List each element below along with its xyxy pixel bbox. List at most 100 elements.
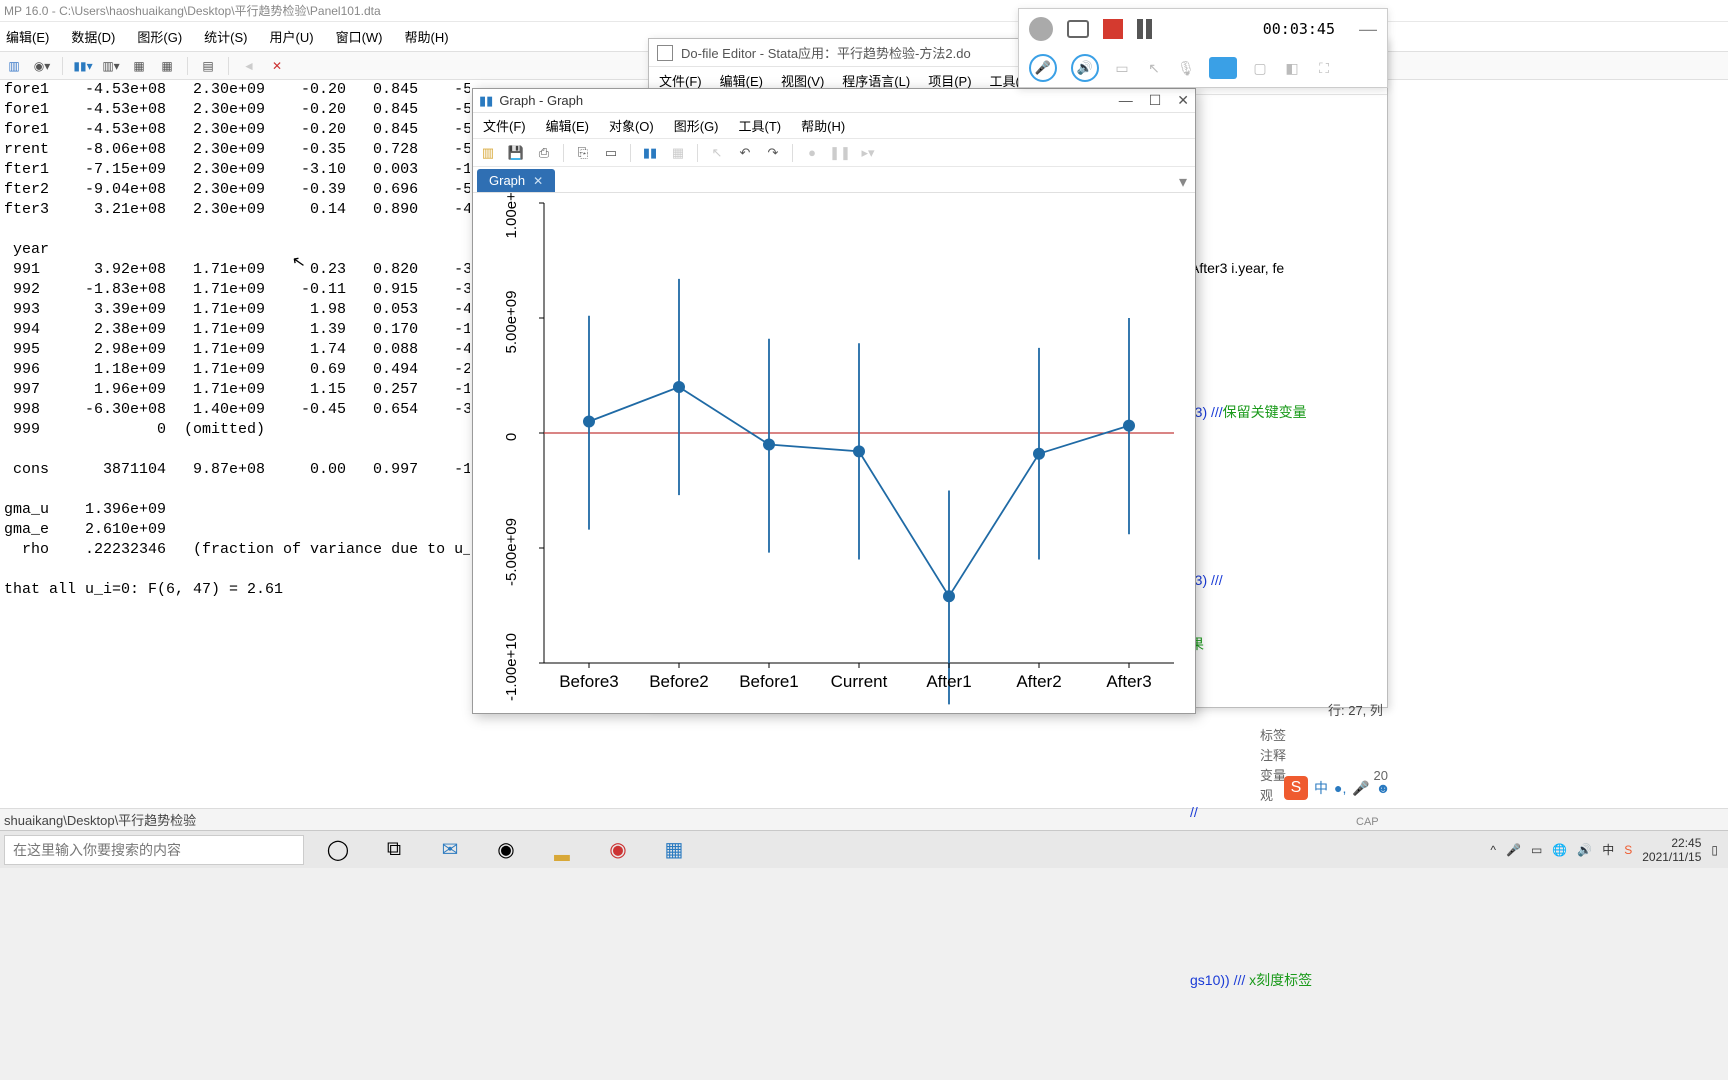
recorder-toggle-icon[interactable] [1029, 17, 1053, 41]
undo-icon[interactable]: ↶ [736, 144, 754, 162]
graph-menu-file[interactable]: 文件(F) [483, 116, 526, 135]
svg-text:-5.00e+09: -5.00e+09 [503, 518, 520, 586]
svg-text:1.00e+10: 1.00e+10 [503, 193, 520, 238]
windows-taskbar[interactable]: 在这里输入你要搜索的内容 ◯ ⧉ ✉ ◉ ▂ ◉ ▦ ^ 🎤 ▭ 🌐 🔊 中 S… [0, 830, 1728, 868]
graph-tab[interactable]: Graph ✕ [477, 169, 555, 192]
open-folder-icon[interactable]: ▥ [479, 144, 497, 162]
task-view-icon[interactable]: ◯ [324, 836, 352, 864]
caps-indicator: CAP [1356, 816, 1379, 828]
menu-graphics[interactable]: 图形(G) [137, 27, 182, 46]
taskbar-search-input[interactable]: 在这里输入你要搜索的内容 [4, 835, 304, 865]
cursor-icon[interactable]: ↖ [1145, 59, 1163, 77]
var-manager-icon[interactable]: ▤ [200, 58, 216, 74]
system-tray[interactable]: ^ 🎤 ▭ 🌐 🔊 中 S 22:45 2021/11/15 ▯ [1490, 836, 1718, 864]
menu-edit[interactable]: 编辑(E) [6, 27, 49, 46]
window-icon[interactable]: ◧ [1283, 59, 1301, 77]
graph-icon[interactable]: ▮▮▾ [75, 58, 91, 74]
close-button[interactable]: ✕ [1177, 92, 1189, 109]
separator [792, 144, 793, 162]
stop-button[interactable] [1103, 19, 1123, 39]
separator [187, 57, 188, 75]
tray-clock[interactable]: 22:45 2021/11/15 [1642, 836, 1701, 864]
fullscreen-icon[interactable]: ⛶ [1315, 59, 1333, 77]
graph-title-bar[interactable]: ▮▮ Graph - Graph — ☐ ✕ [473, 89, 1195, 113]
timeline-icon[interactable]: ⧉ [380, 836, 408, 864]
tray-mic-icon[interactable]: 🎤 [1506, 843, 1521, 857]
grapheditor-icon[interactable]: ▮▮ [641, 144, 659, 162]
graph-toolbar[interactable]: ▥ 💾 ⎙ ⎘ ▭ ▮▮ ▦ ↖ ↶ ↷ ● ❚❚ ▸▾ [473, 139, 1195, 167]
graph-menu-edit[interactable]: 编辑(E) [546, 116, 589, 135]
recorder-minimize-icon[interactable]: — [1359, 19, 1377, 40]
graph-menu-help[interactable]: 帮助(H) [801, 116, 845, 135]
tray-ime-icon[interactable]: 中 [1602, 841, 1614, 858]
tab-close-icon[interactable]: ✕ [533, 174, 543, 188]
mic-toggle-icon[interactable]: 🎤 [1029, 54, 1057, 82]
ime-lang[interactable]: 中 [1314, 778, 1328, 798]
explorer-icon[interactable]: ▂ [548, 836, 576, 864]
camera-icon[interactable] [1067, 20, 1089, 38]
pause-button[interactable] [1137, 19, 1152, 39]
svg-text:After2: After2 [1016, 672, 1061, 691]
tray-notification-icon[interactable]: ▯ [1711, 843, 1718, 857]
ime-mic-icon[interactable]: 🎤 [1352, 780, 1369, 797]
rename-icon[interactable]: ▭ [602, 144, 620, 162]
separator [630, 144, 631, 162]
recorder-time: 00:03:45 [1263, 20, 1335, 38]
menu-window[interactable]: 窗口(W) [336, 27, 383, 46]
save-icon[interactable]: 💾 [507, 144, 525, 162]
dofile-icon[interactable]: ▥▾ [103, 58, 119, 74]
menu-user[interactable]: 用户(U) [270, 27, 314, 46]
recorder-app-icon[interactable]: ◉ [604, 836, 632, 864]
webcam-icon[interactable]: ▭ [1113, 59, 1131, 77]
dofile-title-text: Do-file Editor - Stata应用：平行趋势检验-方法2.do [681, 43, 971, 62]
tray-sogou-icon[interactable]: S [1624, 843, 1632, 857]
tray-network-icon[interactable]: 🌐 [1552, 843, 1567, 857]
open-icon[interactable]: ▥ [6, 58, 22, 74]
graph-window[interactable]: ▮▮ Graph - Graph — ☐ ✕ 文件(F) 编辑(E) 对象(O)… [472, 88, 1196, 714]
screen-recorder-widget[interactable]: 00:03:45 — 🎤 🔊 ▭ ↖ 🎙 ▢ ◧ ⛶ [1018, 8, 1388, 88]
working-dir-bar: shuaikang\Desktop\平行趋势检验 [0, 808, 1728, 830]
graph-menu-object[interactable]: 对象(O) [609, 116, 654, 135]
dofile-code-fragment: After3 i.year, fe r3) ///保留关键变量 r3) /// … [1190, 220, 1390, 1028]
back-icon[interactable]: ◄ [241, 58, 257, 74]
chrome-icon[interactable]: ◉ [492, 836, 520, 864]
pointer-icon[interactable]: ↖ [708, 144, 726, 162]
ime-indicator[interactable]: S 中 ●, 🎤 ☻ [1284, 776, 1391, 800]
ime-logo-icon: S [1284, 776, 1308, 800]
close-icon[interactable]: ✕ [269, 58, 285, 74]
data-browser-icon[interactable]: ▦ [159, 58, 175, 74]
tray-chevron-up-icon[interactable]: ^ [1490, 843, 1496, 857]
menu-data[interactable]: 数据(D) [71, 27, 115, 46]
record-icon[interactable]: ● [803, 144, 821, 162]
svg-text:Before3: Before3 [559, 672, 619, 691]
tray-battery-icon[interactable]: ▭ [1531, 843, 1542, 857]
print-icon[interactable]: ⎙ [535, 144, 553, 162]
tray-volume-icon[interactable]: 🔊 [1577, 843, 1592, 857]
mic2-icon[interactable]: 🎙 [1177, 59, 1195, 77]
ime-punct-icon[interactable]: ●, [1334, 780, 1346, 796]
play-icon[interactable]: ▸▾ [859, 144, 877, 162]
screen-icon[interactable]: ▢ [1251, 59, 1269, 77]
stata-app-icon[interactable]: ▦ [660, 836, 688, 864]
ime-face-icon[interactable]: ☻ [1376, 780, 1391, 796]
maximize-button[interactable]: ☐ [1149, 92, 1162, 109]
view-icon[interactable]: ◉▾ [34, 58, 50, 74]
data-editor-icon[interactable]: ▦ [131, 58, 147, 74]
copy-icon[interactable]: ⎘ [574, 144, 592, 162]
region-select-icon[interactable] [1209, 57, 1237, 79]
svg-text:After3: After3 [1106, 672, 1151, 691]
graph-menubar[interactable]: 文件(F) 编辑(E) 对象(O) 图形(G) 工具(T) 帮助(H) [473, 113, 1195, 139]
grid-icon[interactable]: ▦ [669, 144, 687, 162]
graph-menu-tools[interactable]: 工具(T) [739, 116, 782, 135]
speaker-toggle-icon[interactable]: 🔊 [1071, 54, 1099, 82]
redo-icon[interactable]: ↷ [764, 144, 782, 162]
svg-text:Before2: Before2 [649, 672, 709, 691]
menu-statistics[interactable]: 统计(S) [204, 27, 247, 46]
minimize-button[interactable]: — [1119, 92, 1133, 109]
menu-help[interactable]: 帮助(H) [405, 27, 449, 46]
pause-icon[interactable]: ❚❚ [831, 144, 849, 162]
mail-icon[interactable]: ✉ [436, 836, 464, 864]
tab-dropdown-icon[interactable]: ▾ [1179, 172, 1187, 192]
graph-menu-graph[interactable]: 图形(G) [674, 116, 719, 135]
separator [228, 57, 229, 75]
